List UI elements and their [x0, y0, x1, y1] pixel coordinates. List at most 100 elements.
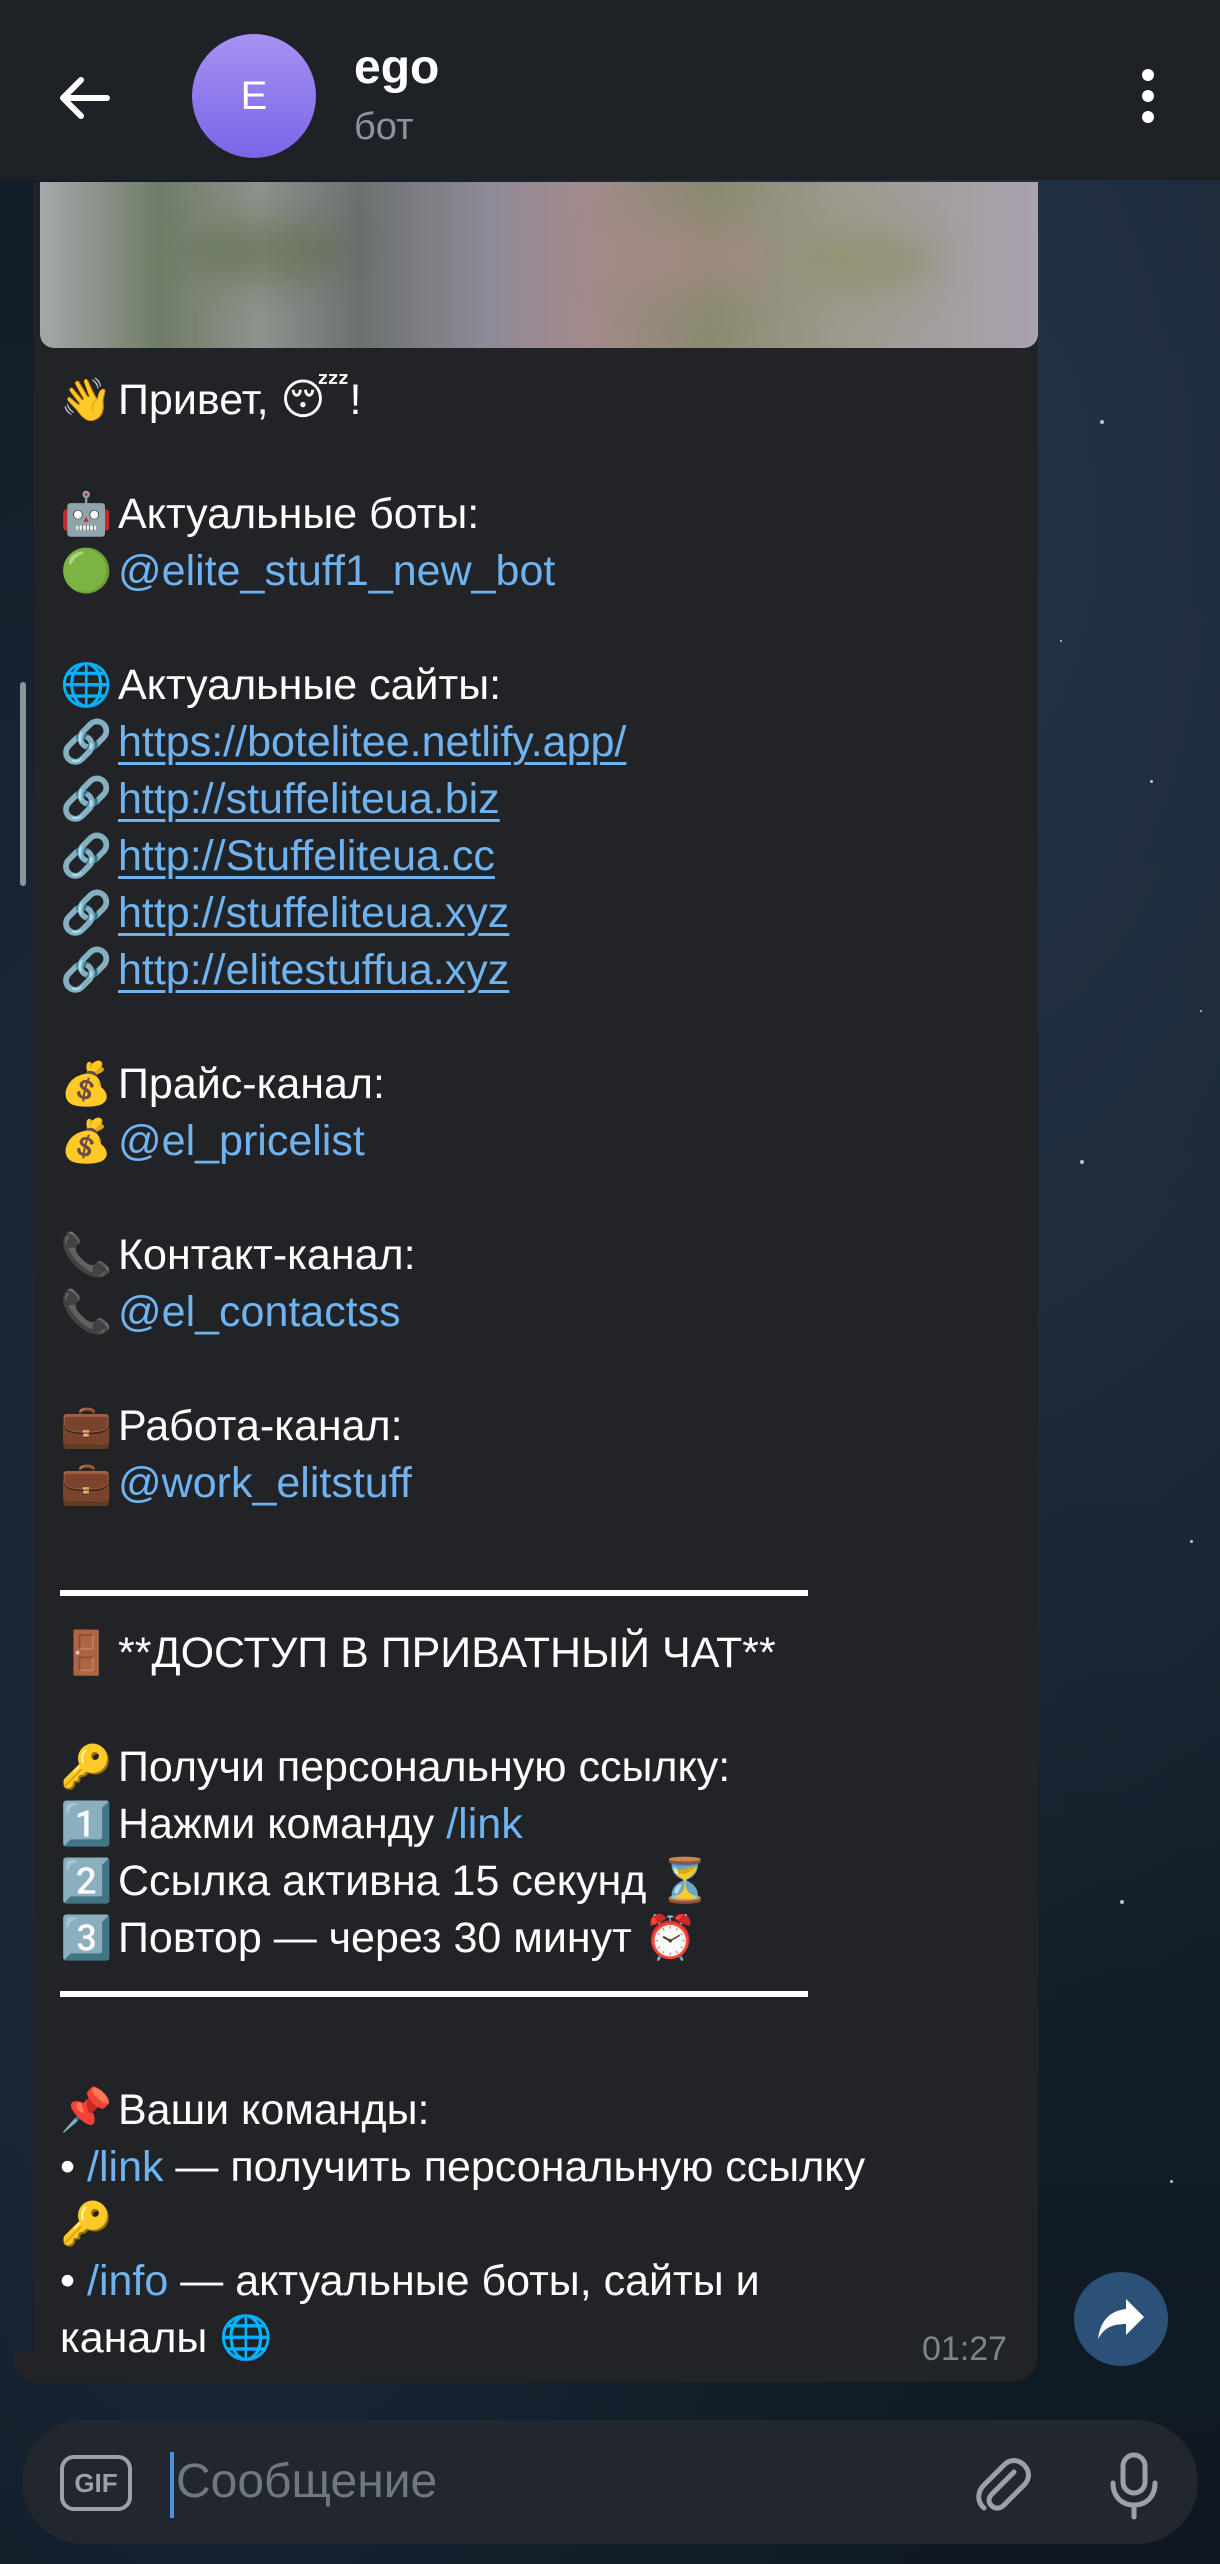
get-link-text: Получи персональную ссылку: — [118, 1743, 731, 1791]
price-handle-link[interactable]: @el_pricelist — [118, 1117, 365, 1165]
text-caret — [170, 2452, 174, 2518]
link-icon: 🔗 — [60, 718, 113, 765]
forward-button[interactable] — [1074, 2272, 1168, 2366]
share-arrow-icon — [1098, 2299, 1144, 2339]
contact-label-line: 📞 Контакт-канал: — [60, 1227, 416, 1283]
step1-line: 1️⃣ Нажми команду /link — [60, 1796, 523, 1852]
contact-label: Контакт-канал: — [118, 1231, 416, 1279]
contact-handle-line: 📞 @el_contactss — [60, 1284, 401, 1340]
wave-icon: 👋 — [60, 376, 113, 423]
menu-dot — [1142, 90, 1154, 102]
site-link[interactable]: http://Stuffeliteua.cc — [118, 832, 495, 880]
globe-icon: 🌐 — [60, 661, 113, 708]
sites-label-line: 🌐 Актуальные сайты: — [60, 657, 501, 713]
green-circle-icon: 🟢 — [60, 547, 113, 594]
step2-text: Ссылка активна 15 секунд — [118, 1857, 647, 1905]
key-icon: 🔑 — [60, 1743, 113, 1790]
star — [1120, 1900, 1124, 1904]
microphone-icon — [1110, 2452, 1158, 2520]
private-title-line: 🚪 **ДОСТУП В ПРИВАТНЫЙ ЧАТ** — [60, 1625, 776, 1681]
work-label: Работа-канал: — [118, 1402, 403, 1450]
keycap-2-icon: 2️⃣ — [60, 1857, 113, 1904]
bots-label-line: 🤖 Актуальные боты: — [60, 486, 479, 542]
keycap-1-icon: 1️⃣ — [60, 1800, 113, 1847]
commands-label: Ваши команды: — [118, 2086, 430, 2134]
step3-line: 3️⃣ Повтор — через 30 минут ⏰ — [60, 1910, 697, 1966]
star — [1170, 2180, 1173, 2183]
cmd1-desc: — получить персональную ссылку — [163, 2143, 866, 2191]
work-handle-link[interactable]: @work_elitstuff — [118, 1459, 412, 1507]
robot-icon: 🤖 — [60, 490, 113, 537]
more-menu-button[interactable] — [1120, 60, 1176, 132]
blur-patch — [190, 222, 350, 282]
arrow-left-icon — [60, 77, 110, 119]
info-command[interactable]: /info — [87, 2257, 168, 2305]
back-button[interactable] — [44, 62, 124, 134]
alarm-clock-icon: ⏰ — [643, 1914, 698, 1962]
keycap-3-icon: 3️⃣ — [60, 1914, 113, 1961]
link-icon: 🔗 — [60, 889, 113, 936]
door-icon: 🚪 — [60, 1629, 113, 1676]
blurred-image[interactable] — [40, 182, 1038, 348]
sites-label: Актуальные сайты: — [118, 661, 502, 709]
site-line: 🔗 http://stuffeliteua.xyz — [60, 885, 509, 941]
briefcase-icon: 💼 — [60, 1402, 113, 1449]
avatar[interactable]: E — [192, 34, 316, 158]
money-bag-icon: 💰 — [60, 1060, 113, 1107]
bullet: • — [60, 2143, 88, 2191]
cmd2-line: • /info — актуальные боты, сайты и — [60, 2253, 760, 2309]
site-line: 🔗 http://Stuffeliteua.cc — [60, 828, 495, 884]
site-link[interactable]: http://elitestuffua.xyz — [118, 946, 509, 994]
site-link[interactable]: http://stuffeliteua.xyz — [118, 889, 509, 937]
link-command[interactable]: /link — [87, 2143, 163, 2191]
get-link-line: 🔑 Получи персональную ссылку: — [60, 1739, 730, 1795]
message-input[interactable]: Сообщение — [176, 2454, 437, 2509]
cmd1-icon-line: 🔑 — [60, 2196, 118, 2252]
avatar-letter: E — [240, 73, 268, 118]
key-icon: 🔑 — [60, 2200, 113, 2247]
phone-icon: 📞 — [60, 1231, 113, 1278]
blur-patch — [600, 222, 780, 292]
link-icon: 🔗 — [60, 775, 113, 822]
hourglass-icon: ⏳ — [658, 1857, 712, 1905]
contact-handle-link[interactable]: @el_contactss — [118, 1288, 401, 1336]
money-bag-icon: 💰 — [60, 1117, 113, 1164]
paperclip-icon — [976, 2458, 1031, 2511]
site-line: 🔗 http://elitestuffua.xyz — [60, 942, 509, 998]
message-time: 01:27 — [922, 2330, 1008, 2368]
step2-line: 2️⃣ Ссылка активна 15 секунд ⏳ — [60, 1853, 712, 1909]
star — [1080, 1160, 1084, 1164]
cmd2-desc2: каналы — [60, 2314, 208, 2362]
site-line: 🔗 https://botelitee.netlify.app/ — [60, 714, 626, 770]
site-link[interactable]: http://stuffeliteua.biz — [118, 775, 500, 823]
bullet: • — [60, 2257, 88, 2305]
bots-label: Актуальные боты: — [118, 490, 480, 538]
star — [1100, 420, 1104, 424]
greeting-end: ! — [349, 376, 362, 424]
bot-handle-link[interactable]: @elite_stuff1_new_bot — [118, 547, 555, 595]
star — [1200, 1010, 1202, 1012]
work-handle-line: 💼 @work_elitstuff — [60, 1455, 412, 1511]
greeting-line: 👋 Привет, 😴! — [60, 372, 361, 428]
work-label-line: 💼 Работа-канал: — [60, 1398, 403, 1454]
site-link[interactable]: https://botelitee.netlify.app/ — [118, 718, 626, 766]
chat-header: E ego бот — [0, 0, 1220, 180]
private-title: **ДОСТУП В ПРИВАТНЫЙ ЧАТ** — [118, 1629, 776, 1677]
price-label-line: 💰 Прайс-канал: — [60, 1056, 385, 1112]
globe-icon: 🌐 — [219, 2314, 273, 2362]
chat-title[interactable]: ego — [354, 40, 439, 95]
star — [1190, 1540, 1193, 1543]
price-handle-line: 💰 @el_pricelist — [60, 1113, 365, 1169]
star — [1150, 780, 1153, 783]
link-command[interactable]: /link — [446, 1800, 522, 1848]
gif-button[interactable]: GIF — [60, 2455, 132, 2511]
microphone-button[interactable] — [1094, 2446, 1174, 2526]
step1-text: Нажми команду — [118, 1800, 447, 1848]
blur-patch — [800, 232, 940, 292]
attach-button[interactable] — [962, 2446, 1042, 2526]
more-vertical-icon — [1142, 69, 1154, 81]
briefcase-icon: 💼 — [60, 1459, 113, 1506]
commands-label-line: 📌 Ваши команды: — [60, 2082, 429, 2138]
price-label: Прайс-канал: — [118, 1060, 385, 1108]
scrollbar[interactable] — [20, 682, 26, 886]
